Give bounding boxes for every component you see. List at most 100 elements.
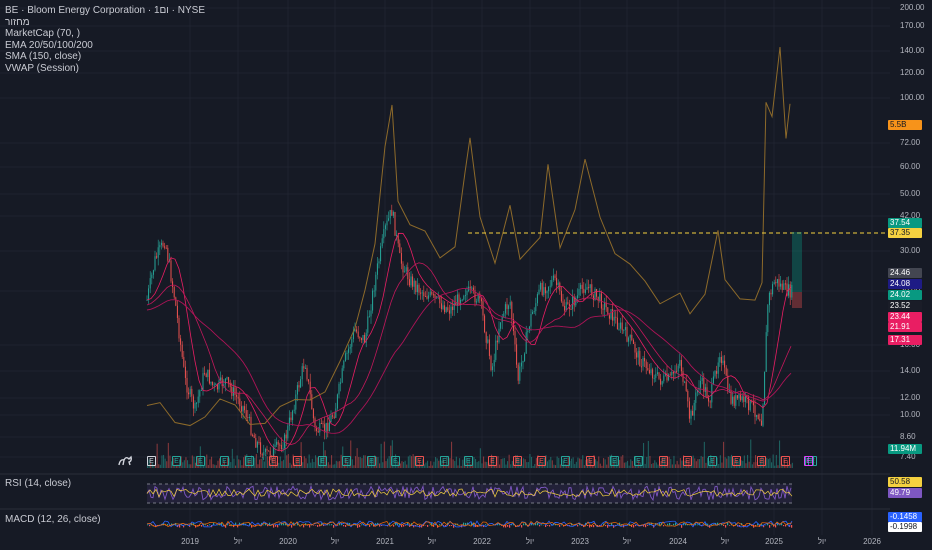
volume-bar [203, 465, 205, 468]
candle-body [634, 343, 636, 353]
candle-body [490, 355, 492, 371]
macd-histogram-bar [659, 523, 661, 526]
volume-bar [779, 440, 781, 468]
candle-body [501, 316, 503, 323]
earnings-event-marker[interactable]: E [586, 456, 595, 466]
marketcap-tag: 5.5B [888, 120, 922, 130]
price-tag-last: 24.02 [888, 290, 922, 300]
volume-bar [595, 459, 597, 468]
earnings-event-marker[interactable]: E [804, 456, 813, 466]
earnings-event-marker[interactable]: E [342, 456, 351, 466]
time-axis-tick: יול [525, 537, 535, 546]
candle-body [640, 366, 642, 368]
earnings-event-marker[interactable]: E [318, 456, 327, 466]
volume-bar [721, 462, 723, 468]
earnings-event-marker[interactable]: E [732, 456, 741, 466]
earnings-event-marker[interactable]: E [513, 456, 522, 466]
earnings-event-marker[interactable]: E [391, 456, 400, 466]
volume-bar [529, 454, 531, 468]
price-axis-tick: 10.00 [900, 410, 921, 419]
macd-tag-2: -0.1998 [888, 522, 922, 532]
rsi-pane-label[interactable]: RSI (14, close) [5, 478, 71, 489]
macd-pane-label[interactable]: MACD (12, 26, close) [5, 514, 101, 525]
volume-bar [214, 464, 216, 468]
earnings-event-marker[interactable]: E [561, 456, 570, 466]
price-chart-canvas[interactable] [0, 0, 932, 550]
candle-body [344, 353, 346, 362]
candle-body [557, 282, 559, 285]
earnings-event-marker[interactable]: E [708, 456, 717, 466]
earnings-event-marker[interactable]: E [464, 456, 473, 466]
price-axis-tick: 30.00 [900, 246, 921, 255]
volume-bar [241, 465, 243, 468]
volume-bar [524, 459, 526, 468]
chart-root[interactable]: BE · Bloom Energy Corporation · 1ום · NY… [0, 0, 932, 550]
volume-bar [620, 456, 622, 468]
candle-body [372, 290, 374, 311]
candle-body [544, 287, 546, 294]
macd-histogram-bar [209, 524, 211, 526]
macd-histogram-bar [393, 525, 395, 527]
candle-body [208, 369, 210, 384]
vwap-indicator-label[interactable]: VWAP (Session) [5, 63, 205, 75]
earnings-event-marker[interactable]: E [367, 456, 376, 466]
volume-bar [699, 458, 701, 468]
volume-bar [255, 454, 257, 468]
candle-body [420, 292, 422, 294]
earnings-event-marker[interactable]: E [293, 456, 302, 466]
time-axis-tick: 2020 [279, 537, 297, 546]
earnings-event-marker[interactable]: E [634, 456, 643, 466]
ema-indicator-label[interactable]: EMA 20/50/100/200 [5, 40, 205, 52]
earnings-event-marker[interactable]: E [220, 456, 229, 466]
candle-body [226, 377, 228, 379]
candle-body [266, 448, 268, 451]
earnings-event-marker[interactable]: E [488, 456, 497, 466]
volume-bar [259, 459, 261, 468]
macd-histogram-bar [283, 523, 285, 526]
candle-body [756, 415, 758, 417]
volume-bar [185, 457, 187, 468]
earnings-event-marker[interactable]: E [245, 456, 254, 466]
candle-body [192, 396, 194, 409]
candle-body [152, 270, 154, 275]
earnings-event-marker[interactable]: E [659, 456, 668, 466]
macd-histogram-bar [533, 524, 535, 526]
macd-histogram-bar [333, 525, 335, 528]
candle-body [170, 260, 172, 282]
candle-body [546, 291, 548, 294]
volume-bar [409, 455, 411, 468]
candle-body [248, 416, 250, 418]
earnings-event-marker[interactable]: E [415, 456, 424, 466]
candle-body [720, 356, 722, 364]
candle-body [580, 284, 582, 289]
volume-bar [191, 455, 193, 468]
candle-body [197, 396, 199, 403]
earnings-event-marker[interactable]: E [172, 456, 181, 466]
volume-bar [459, 458, 461, 468]
candle-body [191, 388, 193, 397]
marketcap-indicator-label[interactable]: MarketCap (70, ) [5, 28, 205, 40]
candle-body [492, 366, 494, 371]
candle-body [157, 247, 159, 258]
earnings-event-marker[interactable]: E [196, 456, 205, 466]
earnings-event-marker[interactable]: E [610, 456, 619, 466]
symbol-title[interactable]: BE · Bloom Energy Corporation · 1ום · NY… [5, 5, 205, 17]
earnings-event-marker[interactable]: E [757, 456, 766, 466]
time-axis-tick: יול [720, 537, 730, 546]
candle-body [261, 454, 263, 456]
earnings-event-marker[interactable]: E [440, 456, 449, 466]
volume-bar [775, 454, 777, 468]
earnings-event-marker[interactable]: E [147, 456, 156, 466]
earnings-event-marker[interactable]: E [537, 456, 546, 466]
volume-bar [531, 456, 533, 468]
sma-indicator-label[interactable]: SMA (150, close) [5, 51, 205, 63]
macd-histogram-bar [357, 525, 359, 528]
volume-indicator-label[interactable]: מחזור [5, 17, 205, 29]
tradingview-logo-icon[interactable] [117, 453, 137, 467]
earnings-event-marker[interactable]: E [683, 456, 692, 466]
earnings-event-marker[interactable]: E [269, 456, 278, 466]
earnings-event-marker[interactable]: E [781, 456, 790, 466]
macd-histogram-bar [729, 525, 731, 526]
volume-bar [263, 461, 265, 468]
volume-bar [187, 460, 189, 468]
